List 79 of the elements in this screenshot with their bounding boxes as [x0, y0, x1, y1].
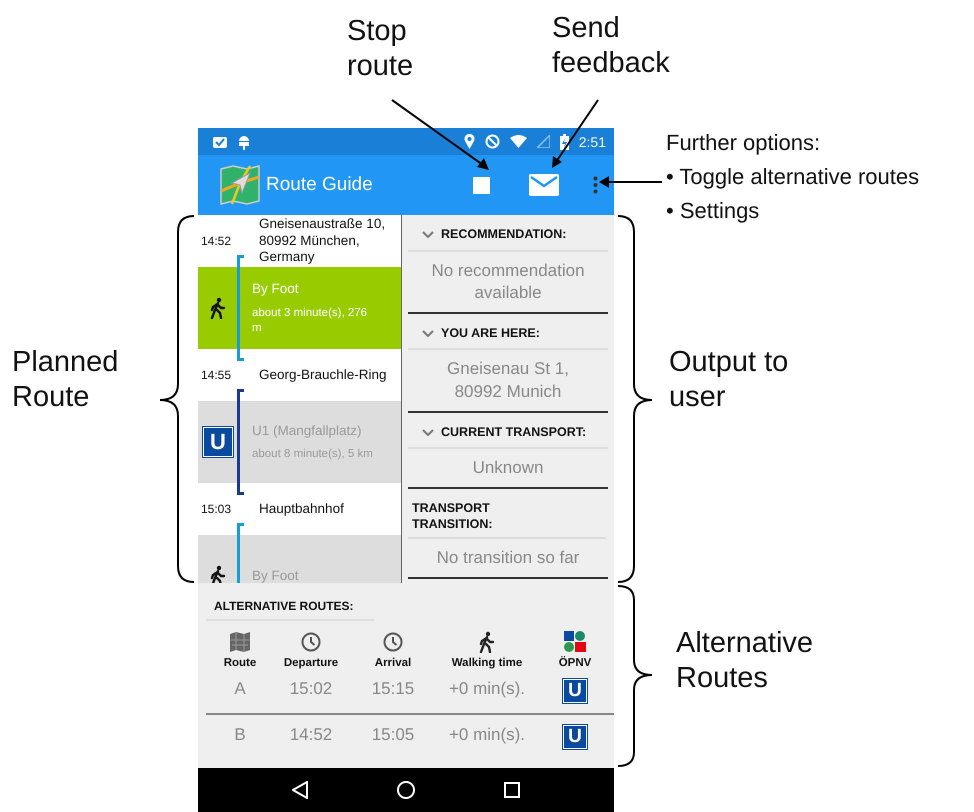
annotation-label: Planned Route [12, 345, 120, 415]
annotation-list-item: • Settings [666, 198, 760, 225]
status-time: 2:51 [578, 134, 606, 150]
route-segment[interactable]: By Foot [198, 535, 401, 583]
table-cell-text: B [234, 725, 246, 746]
stop-time: 15:03 [200, 502, 232, 516]
section-heading: TRANSPORT TRANSITION: [412, 501, 494, 533]
chevron-down-icon[interactable] [422, 231, 434, 238]
column-header: Departure [284, 657, 338, 669]
annotation-label: Output to user [669, 345, 790, 415]
section-value: No transition so far [436, 546, 580, 569]
chevron-down-icon[interactable] [422, 428, 434, 436]
subway-badge: U [563, 679, 587, 703]
send-feedback-button[interactable] [528, 172, 560, 198]
annotation-label: Further options: [666, 130, 820, 157]
table-cell-text: 14:52 [290, 725, 332, 746]
map-icon [229, 632, 251, 652]
route-segment[interactable]: By Foot about 3 minute(s), 276 m [198, 267, 401, 349]
section-heading: CURRENT TRANSPORT: [441, 424, 586, 440]
subway-badge: U [563, 725, 587, 749]
home-circle-icon [396, 781, 415, 799]
clock-icon [383, 632, 403, 652]
back-triangle-icon [292, 781, 308, 799]
table-cell-text: 15:02 [290, 679, 332, 700]
segment-title: U1 (Mangfallplatz) [252, 422, 363, 440]
envelope-icon [529, 174, 559, 196]
back-button[interactable] [292, 781, 308, 799]
stop-button[interactable] [470, 174, 492, 196]
stop-time: 14:52 [200, 234, 232, 248]
annotation-arrow [599, 176, 662, 188]
battery-icon [560, 134, 569, 150]
section-heading: ALTERNATIVE ROUTES: [206, 583, 374, 621]
recents-button[interactable] [504, 782, 520, 798]
android-icon [238, 134, 250, 150]
section-heading: YOU ARE HERE: [441, 326, 540, 342]
transit-logos-icon [564, 631, 586, 653]
segment-title: By Foot [252, 280, 300, 298]
app-title: Route Guide [266, 174, 374, 196]
walking-person-icon [479, 631, 495, 653]
more-icon [592, 176, 598, 194]
stop-name: Georg-Brauchle-Ring [258, 366, 388, 384]
segment-detail: about 3 minute(s), 276 m [252, 306, 368, 336]
clipboard-icon [212, 134, 228, 149]
segment-title: By Foot [252, 567, 300, 583]
annotation-list-item: • Toggle alternative routes [666, 164, 920, 191]
stop-name: Hauptbahnhof [258, 500, 345, 518]
subway-badge: U [203, 427, 233, 457]
clock-icon [301, 632, 321, 652]
annotation-label: Send feedback [552, 11, 671, 81]
walking-person-icon [210, 297, 226, 319]
signal-icon [536, 135, 550, 148]
table-cell-text: +0 min(s). [448, 679, 526, 700]
chevron-down-icon[interactable] [422, 330, 434, 338]
do-not-disturb-icon [484, 134, 500, 149]
section-value: No recommendation available [430, 260, 586, 304]
column-header: Route [224, 657, 256, 669]
annotation-label: Alternative Routes [676, 626, 814, 696]
home-button[interactable] [396, 781, 415, 799]
section-value: Unknown [472, 457, 544, 480]
section-heading: RECOMMENDATION: [441, 227, 566, 243]
stop-name: Gneisenaustraße 10, 80992 München, Germany [258, 216, 386, 266]
map-logo-icon [220, 165, 260, 205]
segment-detail: about 8 minute(s), 5 km [252, 447, 374, 462]
location-pin-icon [464, 134, 475, 149]
section-value: Gneisenau St 1, 80992 Munich [446, 358, 570, 403]
walking-person-icon [210, 565, 226, 583]
table-cell-text: +0 min(s). [448, 725, 526, 746]
column-header: ÖPNV [558, 657, 592, 669]
annotation-label: Stop route [347, 14, 414, 84]
table-cell-text: A [234, 679, 246, 700]
stop-time: 14:55 [200, 368, 232, 382]
column-header: Arrival [374, 657, 412, 669]
wifi-icon [510, 135, 527, 148]
route-segment[interactable]: U U1 (Mangfallplatz) about 8 minute(s), 5 km [198, 401, 401, 483]
column-header: Walking time [452, 657, 522, 669]
table-cell-text: 15:05 [372, 725, 414, 746]
table-cell-text: 15:15 [372, 679, 414, 700]
square-stop-icon [472, 176, 490, 194]
recents-square-icon [504, 782, 520, 798]
